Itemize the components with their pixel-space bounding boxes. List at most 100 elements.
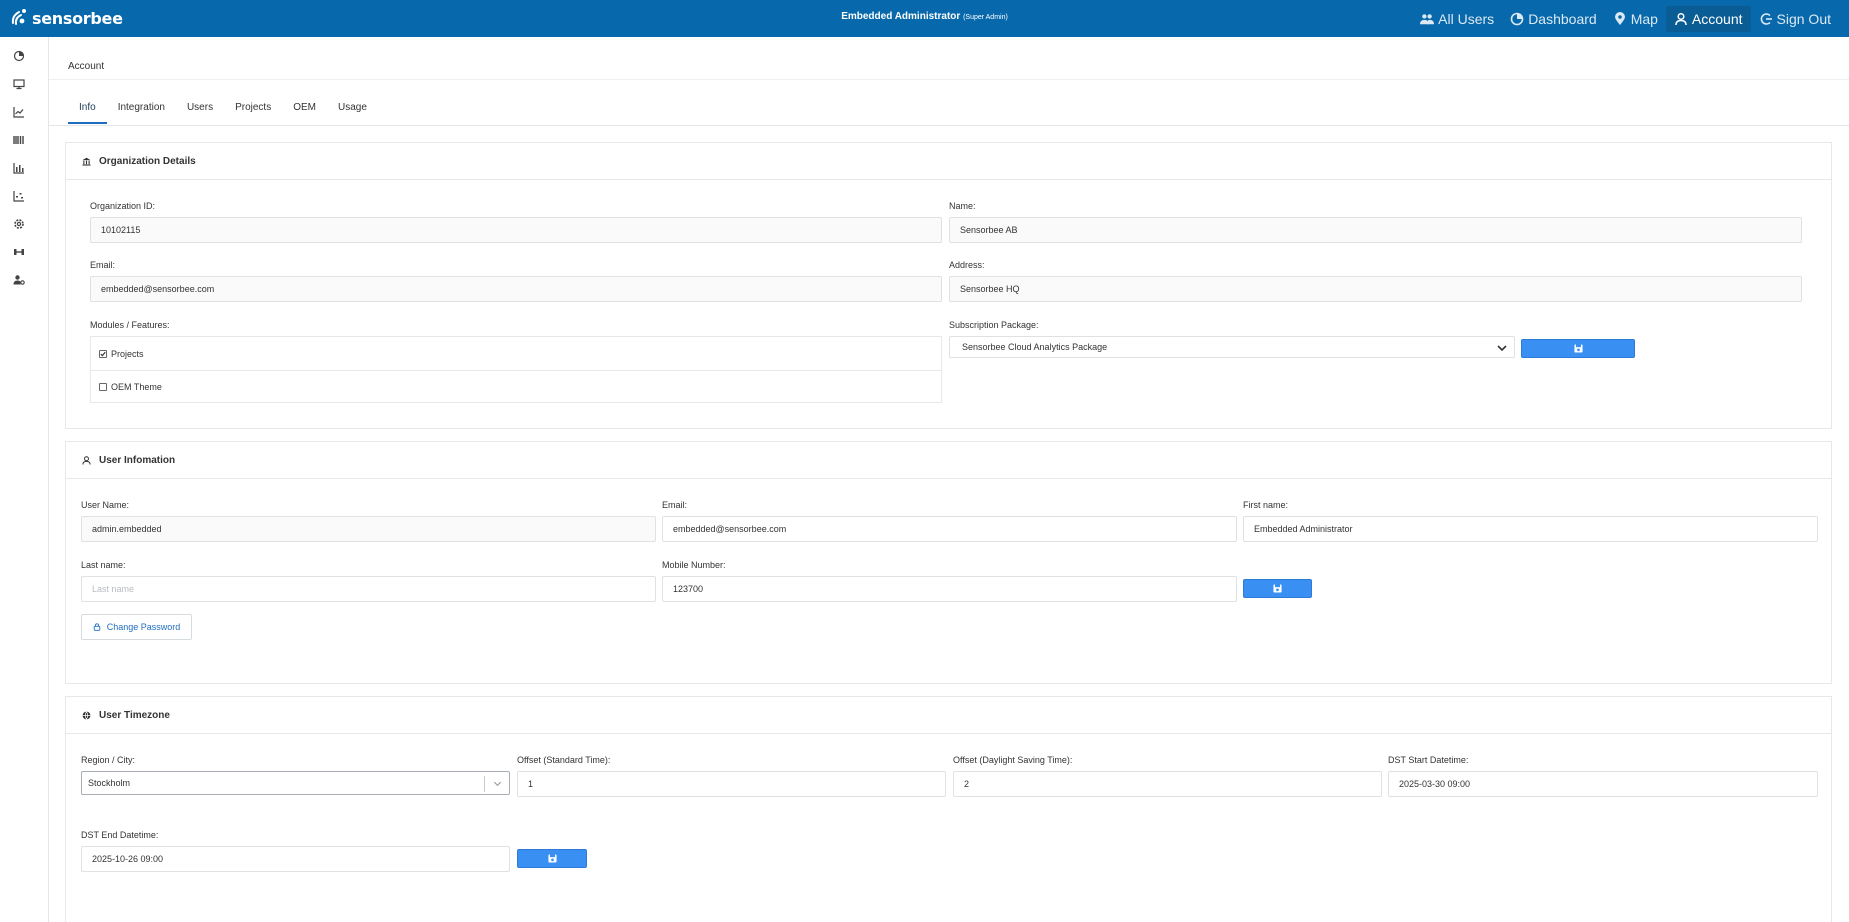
- tab-integration[interactable]: Integration: [107, 103, 176, 124]
- subscription-label: Subscription Package:: [949, 320, 1039, 330]
- sidebar-scatter[interactable]: [12, 189, 26, 203]
- user-icon: [1675, 12, 1687, 26]
- org-address-label: Address:: [949, 260, 985, 270]
- tab-projects[interactable]: Projects: [224, 103, 282, 124]
- sidebar-dashboard[interactable]: [12, 49, 26, 63]
- org-name-field[interactable]: [949, 217, 1802, 243]
- save-user-button[interactable]: [1243, 579, 1312, 598]
- sidebar: [0, 37, 49, 922]
- gear-icon: [14, 219, 24, 229]
- offset-std-field[interactable]: [517, 771, 946, 797]
- sidebar-tools[interactable]: [12, 245, 26, 259]
- monitor-icon: [13, 79, 25, 90]
- dashboard-icon: [1510, 12, 1524, 26]
- org-name-label: Name:: [949, 201, 976, 211]
- dst-end-field[interactable]: [81, 846, 510, 872]
- save-icon: [1273, 584, 1282, 593]
- user-information-panel: User Infomation User Name: Email: First …: [65, 441, 1832, 684]
- nav-map-label: Map: [1630, 11, 1658, 27]
- tab-info[interactable]: Info: [68, 103, 107, 124]
- scatter-icon: [13, 191, 24, 202]
- sidebar-user-settings[interactable]: [12, 273, 26, 287]
- save-icon: [547, 854, 557, 863]
- save-icon: [1573, 344, 1583, 353]
- module-projects-label: Projects: [111, 348, 144, 359]
- nav-dashboard-label: Dashboard: [1528, 11, 1597, 27]
- bar-chart-icon: [13, 163, 24, 174]
- line-chart-icon: [13, 107, 24, 118]
- organization-details-header: Organization Details: [66, 143, 1831, 180]
- change-password-button[interactable]: Change Password: [81, 614, 192, 640]
- user-settings-icon: [13, 275, 25, 285]
- org-id-label: Organization ID:: [90, 201, 156, 211]
- org-id-field[interactable]: [90, 217, 942, 243]
- map-pin-icon: [1614, 12, 1625, 25]
- org-email-label: Email:: [90, 260, 116, 270]
- lock-icon: [93, 623, 100, 631]
- org-address-field[interactable]: [949, 276, 1802, 302]
- nav-all-users[interactable]: All Users: [1412, 6, 1502, 32]
- nav-dashboard[interactable]: Dashboard: [1502, 6, 1605, 32]
- dashboard-icon: [13, 50, 25, 62]
- projects-checkbox[interactable]: [99, 349, 107, 358]
- tab-usage[interactable]: Usage: [327, 103, 378, 124]
- users-icon: [1420, 14, 1435, 25]
- module-projects[interactable]: Projects: [91, 337, 941, 370]
- user-icon: [81, 455, 91, 465]
- chevron-down-icon: [1497, 345, 1507, 352]
- bank-icon: [81, 156, 91, 166]
- change-password-label: Change Password: [106, 622, 181, 632]
- organization-details-title: Organization Details: [99, 155, 196, 167]
- globe-icon: [81, 710, 91, 720]
- sidebar-bar-chart[interactable]: [12, 161, 26, 175]
- sidebar-barcode[interactable]: [12, 133, 26, 147]
- last-name-field[interactable]: [81, 576, 656, 602]
- tab-users[interactable]: Users: [176, 103, 224, 124]
- modules-label: Modules / Features:: [90, 320, 170, 330]
- select-separator: [484, 776, 485, 792]
- nav-account-label: Account: [1691, 11, 1743, 27]
- modules-list: Projects OEM Theme: [90, 336, 942, 403]
- save-timezone-button[interactable]: [517, 849, 587, 868]
- offset-dst-field[interactable]: [953, 771, 1382, 797]
- title-divider: [49, 79, 1849, 80]
- subscription-select[interactable]: Sensorbee Cloud Analytics Package: [949, 336, 1515, 358]
- sidebar-settings[interactable]: [12, 217, 26, 231]
- user-timezone-panel: User Timezone Region / City: Stockholm O…: [65, 696, 1832, 922]
- user-information-header: User Infomation: [66, 442, 1831, 479]
- top-bar: sensorbee Embedded Administrator (Super …: [0, 0, 1849, 37]
- region-select[interactable]: Stockholm: [81, 771, 510, 795]
- mobile-field[interactable]: [662, 576, 1237, 602]
- main-content: Account Info Integration Users Projects …: [49, 37, 1849, 922]
- sidebar-line-chart[interactable]: [12, 105, 26, 119]
- user-information-title: User Infomation: [99, 454, 176, 466]
- user-email-field[interactable]: [662, 516, 1237, 542]
- current-user-name: Embedded Administrator: [841, 11, 961, 22]
- oem-theme-checkbox[interactable]: [99, 383, 107, 391]
- nav-sign-out[interactable]: Sign Out: [1751, 6, 1839, 32]
- org-email-field[interactable]: [90, 276, 942, 302]
- chevron-down-icon: [493, 781, 502, 787]
- nav-account[interactable]: Account: [1665, 6, 1751, 32]
- username-field[interactable]: [81, 516, 656, 542]
- tab-oem[interactable]: OEM: [282, 103, 327, 124]
- offset-dst-label: Offset (Daylight Saving Time):: [953, 755, 1073, 765]
- region-label: Region / City:: [81, 755, 136, 765]
- save-subscription-button[interactable]: [1521, 339, 1635, 358]
- sidebar-monitor[interactable]: [12, 77, 26, 91]
- dst-start-field[interactable]: [1388, 771, 1818, 797]
- nav-sign-out-label: Sign Out: [1776, 11, 1831, 27]
- tabs-divider: [49, 125, 1849, 126]
- nav-map[interactable]: Map: [1605, 6, 1666, 32]
- page-title: Account: [68, 61, 105, 72]
- username-label: User Name:: [81, 500, 130, 510]
- organization-details-panel: Organization Details Organization ID: Na…: [65, 142, 1832, 429]
- current-user-role: (Super Admin): [963, 14, 1008, 21]
- first-name-label: First name:: [1243, 500, 1289, 510]
- first-name-field[interactable]: [1243, 516, 1818, 542]
- last-name-label: Last name:: [81, 560, 126, 570]
- user-timezone-header: User Timezone: [66, 697, 1831, 734]
- module-oem-theme-label: OEM Theme: [111, 382, 162, 392]
- module-oem-theme[interactable]: OEM Theme: [91, 370, 941, 403]
- user-timezone-title: User Timezone: [99, 709, 170, 721]
